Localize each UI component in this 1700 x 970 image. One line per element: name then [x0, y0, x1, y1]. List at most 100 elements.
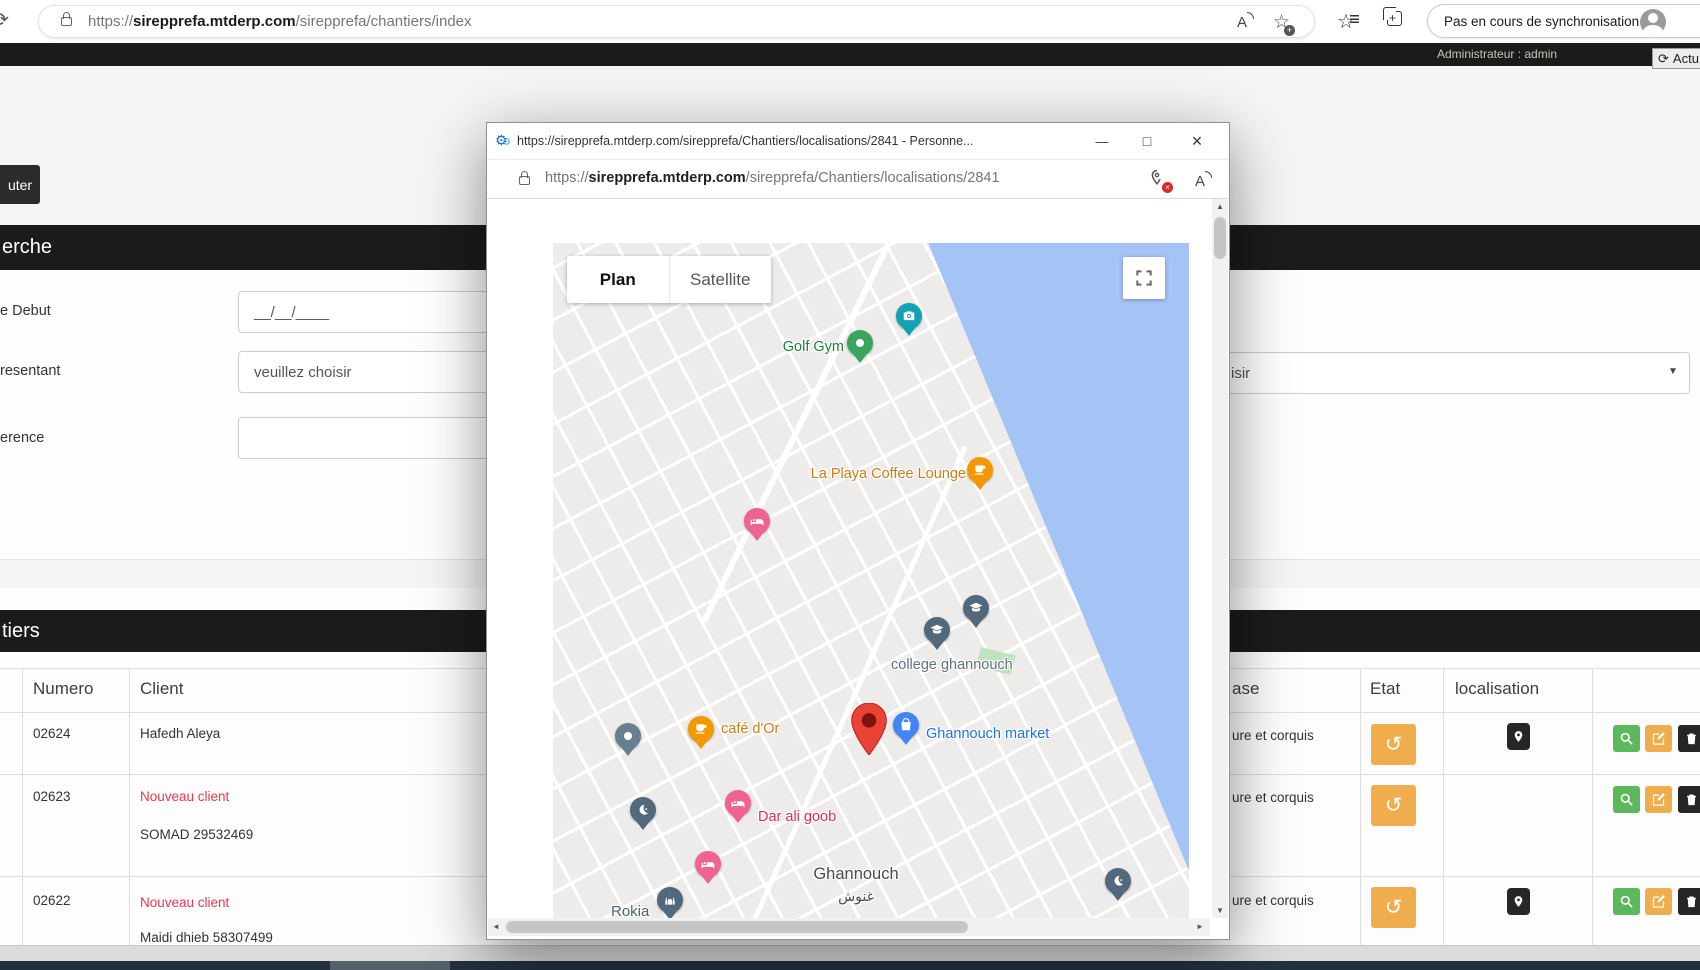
map-marker-dar-ali[interactable]: [725, 790, 751, 830]
map-marker-hotel[interactable]: [695, 851, 721, 891]
representant-value: veuillez choisir: [254, 363, 352, 381]
scroll-down-icon[interactable]: ▼: [1212, 903, 1228, 918]
map-plan-button[interactable]: Plan: [567, 256, 669, 303]
popup-url: https://sirepprefa.mtderp.com/sirepprefa…: [545, 170, 1000, 186]
add-favorite-icon[interactable]: ☆ +: [1273, 11, 1295, 36]
map-marker-generic[interactable]: [615, 723, 641, 763]
delete-button[interactable]: [1678, 786, 1700, 813]
favorites-bar-icon[interactable]: ☆: [1337, 9, 1359, 34]
close-button[interactable]: ×: [1177, 123, 1217, 159]
map-marker-photo[interactable]: [896, 303, 922, 343]
read-aloud-icon[interactable]: A: [1237, 12, 1254, 31]
map-marker-cafe-dor[interactable]: [688, 716, 714, 756]
col-header-etat: Etat: [1370, 679, 1401, 698]
scrollbar-thumb[interactable]: [1214, 217, 1226, 259]
address-bar[interactable]: https://sirepprefa.mtderp.com/sirepprefa…: [38, 5, 1315, 38]
dot-icon: [856, 339, 864, 347]
browser-toolbar: ⟳ https://sirepprefa.mtderp.com/sireppre…: [0, 0, 1700, 43]
map-label-la-playa[interactable]: La Playa Coffee Lounge: [811, 466, 966, 482]
edit-button[interactable]: [1645, 888, 1672, 915]
map-label-rokia[interactable]: Rokia: [611, 903, 649, 918]
map-pin-icon: [1514, 896, 1523, 907]
url-prefix: https://: [88, 13, 134, 30]
delete-button[interactable]: [1678, 888, 1700, 915]
map-label-market[interactable]: Ghannouch market: [926, 726, 1049, 742]
edit-icon: [1652, 793, 1665, 806]
map-marker-school[interactable]: [963, 595, 989, 635]
map-marker-school[interactable]: [924, 617, 950, 657]
etat-undo-button[interactable]: ↺: [1371, 887, 1416, 928]
edit-button[interactable]: [1645, 786, 1672, 813]
taskbar[interactable]: [0, 961, 1700, 970]
coffee-cup-icon: [695, 724, 707, 734]
etat-undo-button[interactable]: ↺: [1371, 724, 1416, 765]
map-label-cafe-dor[interactable]: café d'Or: [721, 721, 779, 737]
search-icon: [1620, 895, 1633, 908]
cell-phase: ure et corquis: [1232, 790, 1314, 805]
localisation-pin-button[interactable]: [1507, 723, 1530, 750]
map-marker-mosque[interactable]: [1105, 868, 1131, 908]
scroll-left-icon[interactable]: ◄: [488, 918, 504, 936]
map-marker-la-playa[interactable]: [967, 457, 993, 497]
screen: ⟳ https://sirepprefa.mtderp.com/sireppre…: [0, 0, 1700, 970]
profile-sync-button[interactable]: Pas en cours de synchronisation: [1427, 4, 1700, 38]
view-button[interactable]: [1613, 725, 1640, 752]
view-button[interactable]: [1613, 786, 1640, 813]
map-marker-mosque[interactable]: [630, 797, 656, 837]
scrollbar-thumb[interactable]: [506, 921, 968, 933]
map-satellite-button[interactable]: Satellite: [668, 256, 772, 303]
location-blocked-icon[interactable]: ×: [1147, 168, 1173, 193]
avatar: [1640, 9, 1666, 35]
popup-window: ⚙ ⚙ https://sirepprefa.mtderp.com/sirepp…: [486, 122, 1230, 940]
col-header-localisation: localisation: [1455, 679, 1540, 698]
graduation-cap-icon: [969, 602, 983, 612]
right-select[interactable]: isir: [1150, 352, 1690, 394]
popup-address-bar[interactable]: https://sirepprefa.mtderp.com/sirepprefa…: [487, 160, 1229, 199]
taskbar-item[interactable]: [330, 961, 450, 970]
map-label-city-arabic: غنوش: [838, 888, 874, 904]
crescent-icon: [639, 804, 648, 815]
maximize-button[interactable]: □: [1127, 123, 1167, 159]
app-navbar: Administrateur : admin: [0, 43, 1700, 66]
map-label-dar-ali[interactable]: Dar ali goob: [758, 809, 836, 825]
cell-client: Nouveau client: [140, 895, 230, 910]
page-url[interactable]: https://sirepprefa.mtderp.com/sirepprefa…: [88, 13, 472, 30]
destination-pin-icon[interactable]: [851, 703, 887, 755]
search-icon: [1620, 793, 1633, 806]
divider: [129, 668, 130, 945]
popup-horizontal-scrollbar[interactable]: ◄ ►: [488, 918, 1210, 936]
add-button[interactable]: uter: [0, 165, 40, 204]
popup-vertical-scrollbar[interactable]: ▲ ▼: [1212, 199, 1228, 918]
page-horizontal-scrollbar[interactable]: [0, 945, 1700, 961]
map-marker-golf-gym[interactable]: [847, 330, 873, 370]
map-marker-building[interactable]: [657, 887, 683, 918]
edit-button[interactable]: [1645, 725, 1672, 752]
etat-undo-button[interactable]: ↺: [1371, 785, 1416, 826]
representant-label: resentant: [0, 363, 61, 379]
view-button[interactable]: [1613, 888, 1640, 915]
url-path: /sirepprefa/chantiers/index: [295, 13, 472, 30]
sync-status-label: Pas en cours de synchronisation: [1444, 13, 1640, 29]
map-marker-market[interactable]: [893, 712, 919, 752]
map-label-college[interactable]: college ghannouch: [891, 656, 1013, 675]
map-label-golf-gym[interactable]: Golf Gym: [783, 339, 844, 355]
map[interactable]: Golf Gym La Playa Coffee Lounge college …: [553, 243, 1189, 918]
graduation-cap-icon: [930, 624, 944, 634]
reload-icon[interactable]: ⟳: [0, 9, 9, 32]
popup-titlebar[interactable]: ⚙ ⚙ https://sirepprefa.mtderp.com/sirepp…: [487, 123, 1229, 160]
minimize-button[interactable]: —: [1082, 123, 1122, 159]
map-marker-hotel[interactable]: [744, 508, 770, 548]
scroll-up-icon[interactable]: ▲: [1212, 199, 1228, 214]
scroll-right-icon[interactable]: ►: [1192, 918, 1208, 936]
cell-numero: 02623: [33, 789, 71, 804]
refresh-button[interactable]: ⟳ Actu: [1652, 48, 1700, 69]
read-aloud-icon[interactable]: A: [1195, 171, 1213, 190]
admin-label: Administrateur : admin: [1437, 47, 1558, 61]
localisation-pin-button[interactable]: [1507, 888, 1530, 915]
reference-label: erence: [0, 430, 45, 446]
mosque-building-icon: [665, 897, 675, 905]
fullscreen-button[interactable]: [1123, 257, 1165, 299]
collections-icon[interactable]: +: [1383, 7, 1402, 26]
delete-button[interactable]: [1678, 725, 1700, 752]
shopping-bag-icon: [901, 718, 911, 731]
